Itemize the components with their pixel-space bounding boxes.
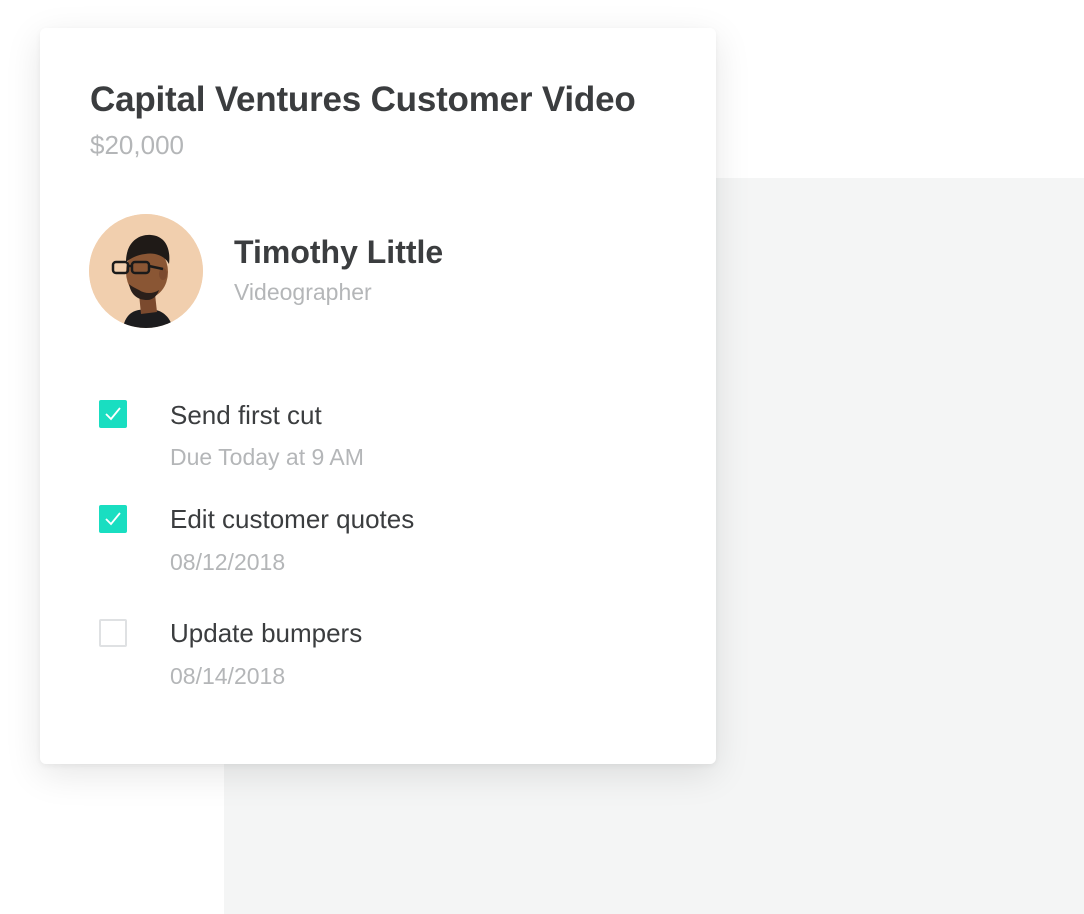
task-due-date: 08/12/2018 [170,549,286,575]
task-label: Update bumpers [170,618,363,648]
task-item: Send first cut Due Today at 9 AM [40,400,716,480]
task-label: Send first cut [170,400,322,430]
task-due-date: Due Today at 9 AM [170,444,364,470]
page: Capital Ventures Customer Video $20,000 [0,0,1084,914]
check-icon [105,407,121,421]
task-checkbox[interactable] [99,619,127,647]
check-icon [105,512,121,526]
avatar [89,214,203,328]
assignee-name: Timothy Little [234,234,444,270]
task-item: Update bumpers 08/14/2018 [40,618,716,698]
project-card: Capital Ventures Customer Video $20,000 [40,28,716,764]
task-checkbox[interactable] [99,400,127,428]
task-item: Edit customer quotes 08/12/2018 [40,504,716,584]
task-label: Edit customer quotes [170,504,415,534]
person-avatar-icon [89,214,203,328]
task-due-date: 08/14/2018 [170,663,286,689]
project-amount: $20,000 [90,130,184,160]
assignee-role: Videographer [234,279,372,305]
task-checkbox[interactable] [99,505,127,533]
project-title: Capital Ventures Customer Video [90,80,636,119]
